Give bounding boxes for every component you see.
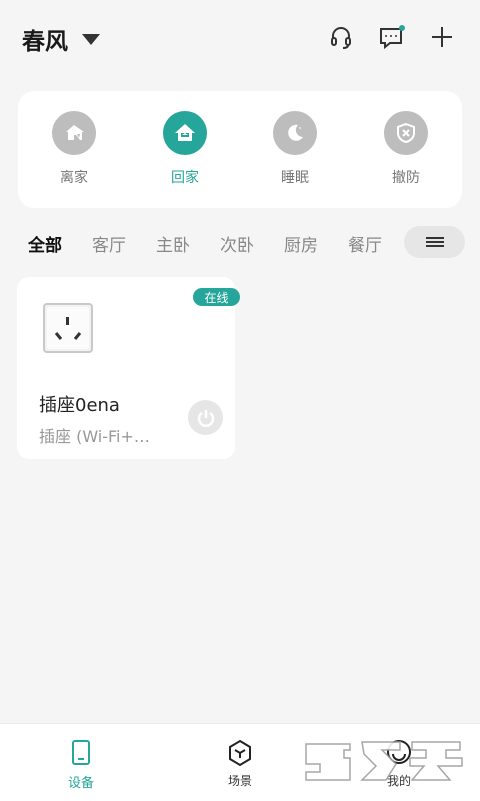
scene-cube-icon [229, 739, 251, 767]
moon-icon [273, 111, 317, 155]
home-switcher[interactable]: 春风 [22, 22, 100, 56]
home-name: 春风 [22, 29, 68, 55]
mode-label: 撤防 [392, 170, 420, 186]
watermark-logo [305, 741, 463, 781]
power-icon [197, 409, 214, 427]
mode-sleep[interactable]: 睡眠 [253, 111, 337, 187]
menu-icon [425, 237, 444, 247]
tab-second-bedroom[interactable]: 次卧 [220, 231, 254, 256]
plus-icon[interactable] [427, 22, 457, 52]
power-toggle-button[interactable] [188, 400, 223, 435]
mode-leave-home[interactable]: 离家 [32, 111, 116, 187]
status-badge: 在线 [193, 288, 240, 306]
nav-label: 设备 [67, 776, 94, 791]
device-type: 插座 (Wi-Fi+… [39, 427, 150, 446]
top-bar: 春风 [0, 0, 480, 76]
socket-device-icon [43, 303, 93, 353]
mode-label: 睡眠 [281, 170, 309, 186]
tab-all[interactable]: 全部 [28, 231, 62, 256]
message-icon[interactable] [377, 22, 407, 52]
headset-icon[interactable] [326, 22, 356, 52]
leave-home-icon [52, 111, 96, 155]
nav-label: 场景 [227, 774, 252, 788]
mode-label: 回家 [171, 170, 199, 186]
tab-living-room[interactable]: 客厅 [92, 231, 126, 256]
scene-mode-card: 离家 回家 睡眠 撤防 [18, 91, 462, 208]
tab-dining-room[interactable]: 餐厅 [348, 231, 382, 256]
return-home-icon [163, 111, 207, 155]
device-name: 插座0ena [39, 395, 120, 416]
device-card[interactable]: 在线 插座0ena 插座 (Wi-Fi+… [17, 277, 240, 459]
tab-kitchen[interactable]: 厨房 [284, 231, 318, 256]
device-icon [72, 740, 90, 765]
nav-devices[interactable]: 设备 [41, 738, 121, 791]
caret-down-icon [82, 33, 100, 45]
mode-label: 离家 [60, 170, 88, 186]
room-menu-button[interactable] [404, 226, 465, 258]
tab-master-bedroom[interactable]: 主卧 [156, 231, 190, 256]
room-tabs: 全部 客厅 主卧 次卧 厨房 餐厅 [0, 226, 480, 258]
mode-disarm[interactable]: 撤防 [364, 111, 448, 187]
nav-scenes[interactable]: 场景 [200, 738, 280, 789]
mode-return-home[interactable]: 回家 [143, 111, 227, 187]
disarm-shield-icon [384, 111, 428, 155]
